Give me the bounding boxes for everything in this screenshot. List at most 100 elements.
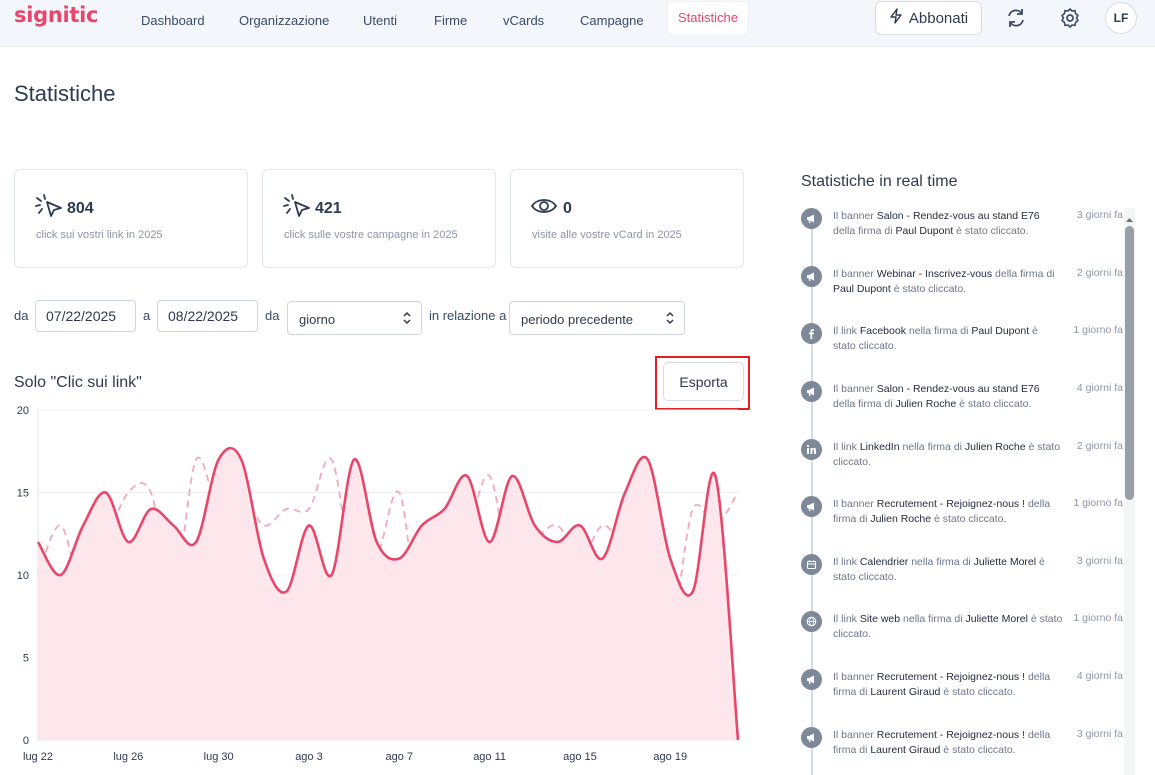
realtime-item-phrase: Il link (833, 325, 860, 337)
realtime-item: Il banner Recrutement - Rejoignez-nous !… (801, 669, 1123, 709)
realtime-item-phrase: nella firma di (900, 613, 966, 625)
realtime-item-time: 2 giorni fa (1076, 440, 1123, 452)
granularity-label: da (265, 308, 280, 323)
from-label: da (14, 308, 29, 323)
realtime-item-entity: Juliette Morel (965, 613, 1028, 625)
realtime-item-entity: Julien Roche (870, 512, 932, 525)
facebook-icon (801, 323, 822, 344)
realtime-item-entity: Julien Roche (895, 397, 957, 410)
realtime-item-entity: Paul Dupont (895, 224, 954, 237)
scroll-up-arrow[interactable] (1124, 212, 1135, 222)
realtime-item-entity: Paul Dupont (971, 325, 1030, 337)
realtime-item-text: Il banner Salon - Rendez-vous au stand E… (833, 382, 1063, 411)
realtime-item-entity: Salon - Rendez-vous au stand E76 (876, 210, 1040, 222)
realtime-item-phrase: Il banner (833, 729, 877, 741)
stat-value: 804 (67, 200, 94, 217)
realtime-item-entity: Recrutement - Rejoignez-nous ! (876, 671, 1026, 683)
megaphone-icon (801, 266, 822, 287)
stat-value: 0 (563, 200, 572, 217)
subscribe-button[interactable]: Abbonati (875, 1, 982, 35)
realtime-item-phrase: è stato cliccato. (931, 512, 1007, 525)
x-tick-label: ago 19 (653, 751, 687, 763)
nav-statistiche[interactable]: Statistiche (668, 2, 748, 35)
to-label: a (143, 308, 151, 323)
realtime-item-entity: Juliette Morel (973, 556, 1037, 568)
stat-label: click sulle vostre campagne in 2025 (284, 229, 458, 241)
end-date-input[interactable]: 08/22/2025 (157, 300, 258, 332)
realtime-item: Il link Site web nella firma di Juliette… (801, 611, 1123, 651)
clicks-chart: 0 5 10 15 20 lug 22 lug 26 lug 30 ago 3 ago 7 ago … (17, 405, 740, 763)
stat-label: click sui vostri link in 2025 (36, 229, 163, 241)
realtime-item-phrase: Il banner (833, 498, 877, 510)
refresh-icon[interactable] (1004, 6, 1028, 30)
top-navbar: signitic Dashboard Organizzazione Utenti… (0, 0, 1155, 47)
start-date-input[interactable]: 07/22/2025 (35, 300, 136, 332)
y-tick-label: 10 (17, 570, 29, 582)
megaphone-icon (801, 496, 822, 517)
nav-campagne[interactable]: Campagne (570, 10, 654, 33)
realtime-item-entity: LinkedIn (859, 441, 900, 453)
y-tick-label: 20 (17, 405, 29, 417)
globe-icon (801, 611, 822, 632)
realtime-item-phrase: nella firma di (905, 325, 972, 337)
nav-utenti[interactable]: Utenti (353, 10, 407, 33)
realtime-item-time: 3 giorni fa (1076, 209, 1123, 221)
x-tick-label: lug 22 (23, 751, 53, 763)
x-tick-label: ago 7 (386, 751, 414, 763)
stat-value: 421 (315, 200, 342, 217)
nav-dashboard[interactable]: Dashboard (131, 10, 215, 33)
realtime-item-time: 1 giorno fa (1073, 324, 1123, 336)
comparison-select[interactable]: periodo precedente (509, 301, 685, 335)
realtime-item-entity: Calendrier (859, 556, 909, 568)
realtime-item: Il banner Recrutement - Rejoignez-nous !… (801, 496, 1123, 536)
granularity-value: giorno (299, 312, 336, 327)
realtime-item: Il link Facebook nella firma di Paul Dup… (801, 323, 1123, 363)
eye-icon (530, 194, 559, 223)
realtime-item-entity: Julien Roche (964, 441, 1026, 453)
stat-card-link-clicks: 804 click sui vostri link in 2025 (14, 169, 248, 268)
realtime-item-entity: Site web (859, 613, 901, 625)
granularity-select[interactable]: giorno (287, 301, 422, 335)
nav-organizzazione[interactable]: Organizzazione (229, 10, 339, 33)
nav-firme[interactable]: Firme (424, 10, 477, 33)
comparison-value: periodo precedente (521, 312, 634, 327)
realtime-item-entity: Laurent Giraud (870, 743, 941, 756)
realtime-item: Il banner Webinar - Inscrivez-vous della… (801, 266, 1123, 306)
realtime-item-entity: Recrutement - Rejoignez-nous ! (876, 729, 1026, 741)
realtime-item: Il link LinkedIn nella firma di Julien R… (801, 439, 1123, 479)
x-tick-label: lug 30 (204, 751, 234, 763)
y-tick-label: 0 (23, 735, 29, 747)
realtime-item-time: 3 giorni fa (1076, 728, 1123, 740)
scrollbar-thumb[interactable] (1125, 226, 1134, 500)
realtime-item-text: Il banner Recrutement - Rejoignez-nous !… (833, 670, 1063, 699)
chevron-updown-icon (401, 310, 413, 329)
realtime-item-phrase: nella firma di (908, 556, 974, 568)
chart-title: Solo "Clic sui link" (14, 374, 142, 391)
realtime-item-phrase: Il banner (833, 671, 877, 683)
realtime-item: Il link Calendrier nella firma di Juliet… (801, 554, 1123, 594)
realtime-item-phrase: Il link (833, 556, 860, 568)
megaphone-icon (801, 381, 822, 402)
realtime-item-text: Il banner Recrutement - Rejoignez-nous !… (833, 497, 1063, 526)
subscribe-label: Abbonati (908, 9, 969, 27)
relation-label: in relazione a (429, 308, 507, 323)
nav-vcards[interactable]: vCards (493, 10, 554, 33)
gear-icon[interactable] (1058, 6, 1082, 30)
page-title: Statistiche (14, 81, 116, 106)
user-avatar[interactable]: LF (1105, 2, 1137, 34)
realtime-item-entity: Webinar - Inscrivez-vous (876, 268, 993, 280)
stat-card-campaign-clicks: 421 click sulle vostre campagne in 2025 (262, 169, 496, 268)
x-tick-label: lug 26 (113, 751, 143, 763)
realtime-item-time: 4 giorni fa (1076, 670, 1123, 682)
x-tick-label: ago 15 (563, 751, 597, 763)
stat-label: visite alle vostre vCard in 2025 (532, 229, 682, 241)
export-button[interactable]: Esporta (663, 362, 744, 401)
realtime-item-phrase: è stato cliccato. (956, 397, 1032, 410)
realtime-item-phrase: Il banner (833, 383, 877, 395)
realtime-item-entity: Facebook (859, 325, 906, 337)
realtime-item-text: Il banner Webinar - Inscrivez-vous della… (833, 267, 1063, 296)
realtime-item-phrase: nella firma di (899, 441, 965, 453)
lightning-icon (889, 8, 903, 28)
signitic-logo[interactable]: signitic (14, 3, 98, 27)
realtime-item-time: 2 giorni fa (1076, 267, 1123, 279)
